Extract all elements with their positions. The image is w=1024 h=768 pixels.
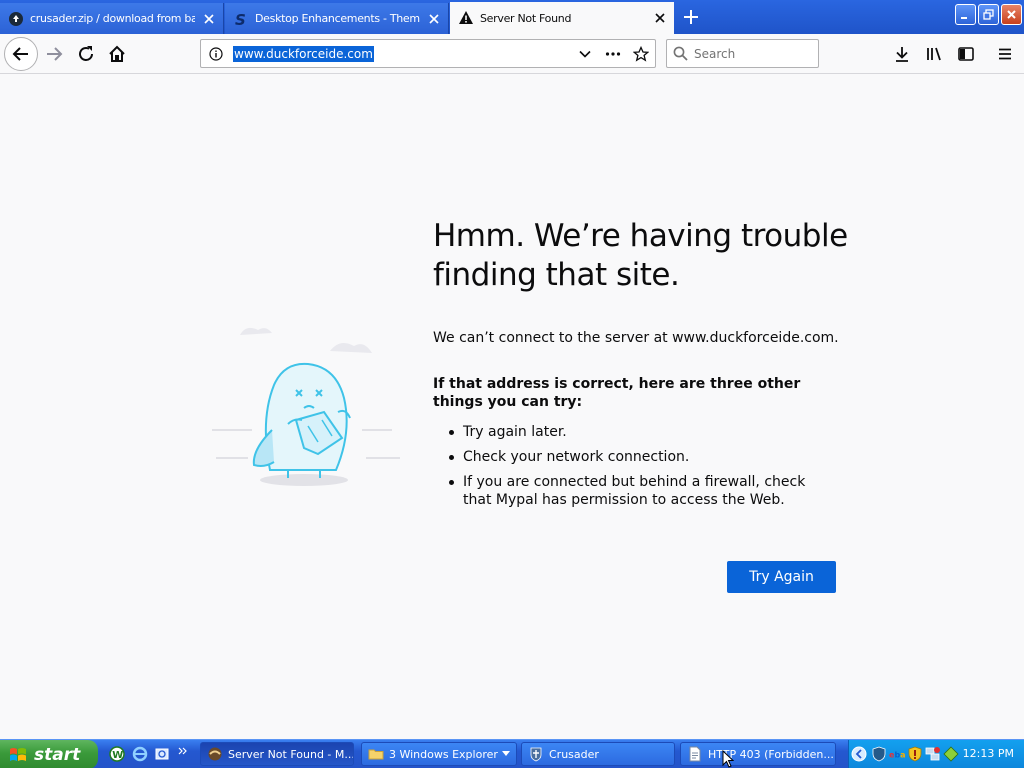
error-message: Hmm. We’re having trouble finding that s… bbox=[433, 217, 853, 516]
clock: 12:13 PM bbox=[962, 747, 1014, 760]
close-window-button[interactable] bbox=[1001, 4, 1022, 25]
svg-text:S: S bbox=[235, 11, 246, 27]
windows-logo-icon bbox=[10, 747, 26, 761]
svg-text:ebay: ebay bbox=[889, 751, 905, 760]
home-button[interactable] bbox=[101, 38, 133, 70]
folder-icon bbox=[368, 746, 384, 762]
tab-strip: crusader.zip / download from bas S Deskt… bbox=[0, 0, 1024, 34]
new-tab-button[interactable] bbox=[680, 6, 702, 28]
error-title: Hmm. We’re having trouble finding that s… bbox=[433, 218, 848, 293]
error-illustration bbox=[212, 327, 400, 486]
try-again-button[interactable]: Try Again bbox=[727, 561, 836, 593]
taskbar-task-crusader[interactable]: Crusader bbox=[521, 742, 675, 766]
list-item: If you are connected but behind a firewa… bbox=[447, 473, 827, 509]
windows-taskbar: start W Server Not Found - M... 3 Window… bbox=[0, 739, 1024, 768]
task-label: Crusader bbox=[549, 747, 599, 761]
quicklaunch-ie-icon[interactable] bbox=[131, 745, 149, 763]
error-description: We can’t connect to the server at www.du… bbox=[433, 330, 839, 346]
forward-arrow-icon bbox=[47, 47, 63, 61]
cloud-upload-icon bbox=[8, 11, 24, 27]
tray-network-icon[interactable] bbox=[925, 746, 941, 762]
close-tab-icon[interactable] bbox=[426, 11, 442, 27]
search-icon bbox=[673, 46, 688, 61]
url-text[interactable]: www.duckforceide.com bbox=[233, 45, 374, 62]
quicklaunch-wordpress-icon[interactable]: W bbox=[108, 745, 126, 763]
search-box[interactable] bbox=[666, 39, 819, 68]
tab-crusader-download[interactable]: crusader.zip / download from bas bbox=[0, 3, 224, 34]
task-label: 3 Windows Explorer bbox=[389, 747, 498, 761]
library-button[interactable] bbox=[920, 40, 948, 68]
tab-title: Desktop Enhancements - Themes bbox=[255, 12, 420, 25]
download-icon bbox=[896, 47, 908, 62]
start-button[interactable]: start bbox=[0, 740, 98, 768]
taskbar-task-mypal[interactable]: Server Not Found - M... bbox=[200, 742, 354, 766]
tray-ebay-icon[interactable]: ebay bbox=[889, 746, 905, 762]
taskbar-task-http403[interactable]: HTTP 403 (Forbidden... bbox=[680, 742, 836, 766]
minimize-icon bbox=[961, 17, 967, 19]
back-button[interactable] bbox=[4, 37, 38, 71]
crusader-icon bbox=[528, 746, 544, 762]
s-logo-icon: S bbox=[233, 11, 249, 27]
forward-button[interactable] bbox=[38, 38, 70, 70]
warning-icon bbox=[458, 10, 474, 26]
tray-security-shield-icon[interactable] bbox=[907, 746, 923, 762]
document-icon bbox=[687, 746, 703, 762]
svg-text:W: W bbox=[112, 750, 123, 761]
home-icon bbox=[109, 45, 125, 62]
chevron-down-icon[interactable] bbox=[575, 44, 595, 64]
page-actions-icon[interactable] bbox=[603, 44, 623, 64]
menu-button[interactable] bbox=[991, 40, 1019, 68]
start-label: start bbox=[34, 744, 81, 765]
downloads-button[interactable] bbox=[888, 40, 916, 68]
close-icon bbox=[1007, 10, 1016, 19]
task-label: Server Not Found - M... bbox=[228, 747, 354, 761]
tab-server-not-found[interactable]: Server Not Found bbox=[450, 2, 674, 34]
suggestion-list: Try again later. Check your network conn… bbox=[433, 423, 853, 509]
restore-icon bbox=[983, 9, 994, 20]
tray-shield-icon[interactable] bbox=[871, 746, 887, 762]
navigation-toolbar: www.duckforceide.com bbox=[0, 34, 1024, 74]
restore-button[interactable] bbox=[978, 4, 999, 25]
bookmark-star-icon[interactable] bbox=[631, 44, 651, 64]
url-bar[interactable]: www.duckforceide.com bbox=[200, 39, 656, 68]
close-tab-icon[interactable] bbox=[201, 11, 217, 27]
info-icon[interactable] bbox=[201, 46, 231, 61]
close-tab-icon[interactable] bbox=[652, 10, 668, 26]
list-item: Check your network connection. bbox=[447, 448, 827, 466]
tab-title: crusader.zip / download from bas bbox=[30, 12, 195, 25]
reload-button[interactable] bbox=[70, 38, 102, 70]
chevron-right-icon[interactable] bbox=[177, 742, 189, 760]
error-advice: If that address is correct, here are thr… bbox=[433, 376, 801, 410]
mouse-cursor-icon bbox=[722, 750, 734, 768]
plus-icon bbox=[684, 10, 698, 24]
list-item: Try again later. bbox=[447, 423, 827, 441]
sidebar-button[interactable] bbox=[952, 40, 980, 68]
error-page: Hmm. We’re having trouble finding that s… bbox=[0, 75, 1024, 739]
search-input[interactable] bbox=[694, 46, 804, 61]
quicklaunch-mail-icon[interactable] bbox=[153, 745, 171, 763]
hamburger-menu-icon bbox=[999, 48, 1011, 60]
tray-back-icon[interactable] bbox=[851, 746, 867, 762]
tab-desktop-enhancements[interactable]: S Desktop Enhancements - Themes bbox=[225, 3, 449, 34]
library-icon bbox=[927, 47, 941, 61]
minimize-button[interactable] bbox=[955, 4, 976, 25]
reload-icon bbox=[79, 46, 93, 61]
system-tray: ebay 12:13 PM bbox=[848, 740, 1024, 768]
tray-connection-icon[interactable] bbox=[943, 746, 959, 762]
mypal-icon bbox=[207, 746, 223, 762]
caret-down-icon bbox=[502, 751, 510, 756]
taskbar-task-explorer[interactable]: 3 Windows Explorer bbox=[361, 742, 517, 766]
back-arrow-icon bbox=[12, 47, 28, 61]
tab-title: Server Not Found bbox=[480, 11, 572, 25]
sidebar-icon bbox=[958, 47, 974, 61]
